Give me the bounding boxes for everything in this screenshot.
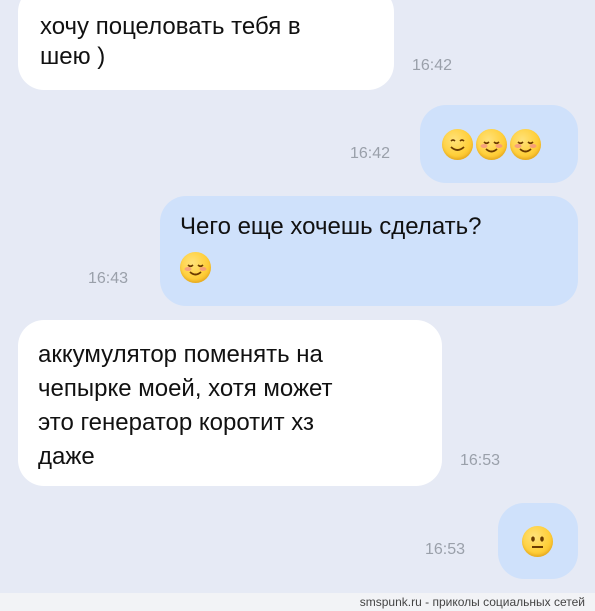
message-bubble-outgoing[interactable]: Чего еще хочешь сделать? — [160, 196, 578, 306]
message-text: хочу поцеловать тебя в шею ) — [40, 13, 301, 70]
message-timestamp: 16:42 — [350, 145, 391, 162]
emoji-row — [180, 252, 578, 283]
smiling-blushing-face-icon — [476, 129, 507, 160]
message-bubble-incoming[interactable]: аккумулятор поменять на чепырке моей, хо… — [18, 320, 442, 486]
message-timestamp: 16:42 — [412, 57, 453, 74]
message-text: Чего еще хочешь сделать? — [180, 213, 482, 240]
smiling-blushing-face-icon — [180, 252, 211, 283]
message-timestamp: 16:53 — [425, 541, 466, 558]
message-timestamp: 16:43 — [88, 270, 129, 287]
watermark-bar: smspunk.ru - приколы социальных сетей — [0, 593, 595, 611]
watermark-text: smspunk.ru - приколы социальных сетей — [359, 595, 585, 609]
message-text: аккумулятор поменять на чепырке моей, хо… — [38, 341, 333, 470]
message-bubble-outgoing[interactable] — [420, 105, 578, 183]
message-bubble-incoming[interactable]: хочу поцеловать тебя в шею ) — [18, 0, 394, 90]
message-bubble-outgoing[interactable] — [498, 503, 578, 579]
message-timestamp: 16:53 — [460, 452, 501, 469]
smiling-face-icon — [442, 129, 473, 160]
smiling-blushing-face-icon — [510, 129, 541, 160]
emoji-row — [442, 129, 578, 160]
neutral-face-icon — [522, 526, 553, 557]
